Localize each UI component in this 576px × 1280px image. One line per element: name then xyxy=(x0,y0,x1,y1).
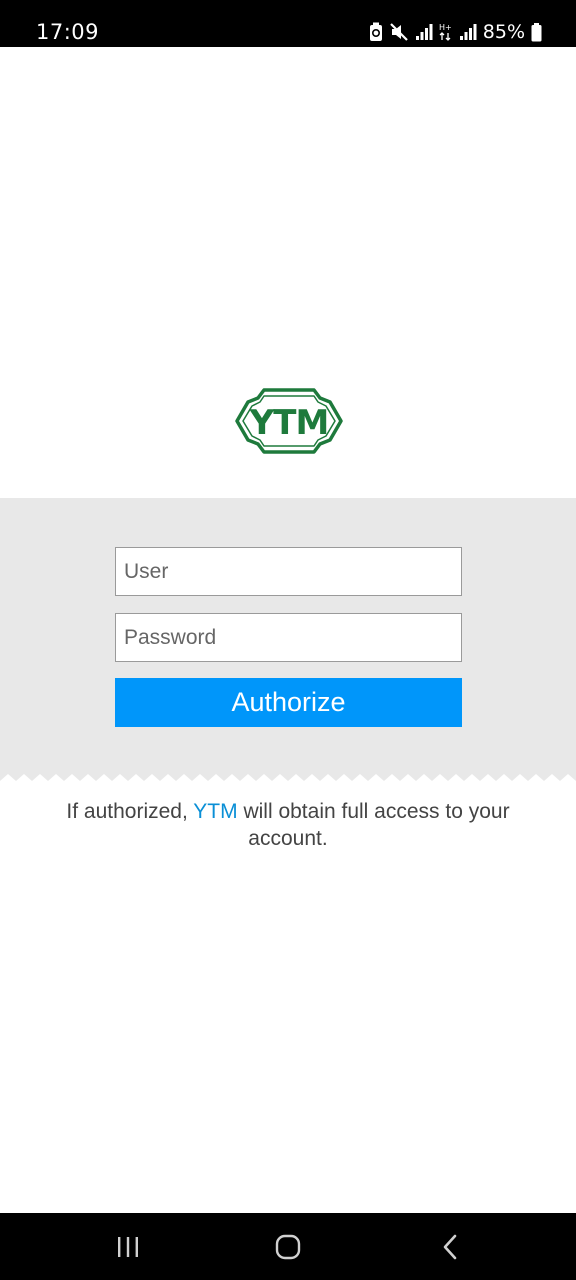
back-button[interactable] xyxy=(400,1213,500,1280)
notice-brand: YTM xyxy=(193,800,238,823)
authorize-button[interactable]: Authorize xyxy=(115,678,462,727)
authorization-notice: If authorized, YTM will obtain full acce… xyxy=(30,798,546,852)
notice-prefix: If authorized, xyxy=(66,800,194,823)
nav-bar xyxy=(0,1213,576,1280)
svg-text:H+: H+ xyxy=(439,23,452,32)
battery-saver-icon xyxy=(369,22,383,42)
back-icon xyxy=(443,1234,457,1259)
recents-icon xyxy=(118,1236,138,1257)
mute-icon xyxy=(389,22,409,42)
signal-icon xyxy=(459,23,477,41)
hplus-data-icon: H+ xyxy=(439,22,453,42)
battery-icon xyxy=(531,22,542,42)
status-icons: H+ 85% xyxy=(369,19,542,45)
battery-percent: 85% xyxy=(482,21,525,43)
home-button[interactable] xyxy=(238,1213,338,1280)
home-icon xyxy=(275,1234,301,1259)
ytm-logo: YTM xyxy=(234,386,344,456)
zigzag-edge xyxy=(0,774,576,788)
status-time: 17:09 xyxy=(36,20,100,44)
password-input[interactable] xyxy=(115,613,462,662)
signal-icon xyxy=(415,23,433,41)
user-input[interactable] xyxy=(115,547,462,596)
recents-button[interactable] xyxy=(78,1213,178,1280)
notice-suffix: will obtain full access to your account. xyxy=(237,800,510,850)
status-bar: 17:09 H+ 85% xyxy=(0,0,576,47)
svg-text:YTM: YTM xyxy=(249,403,329,443)
